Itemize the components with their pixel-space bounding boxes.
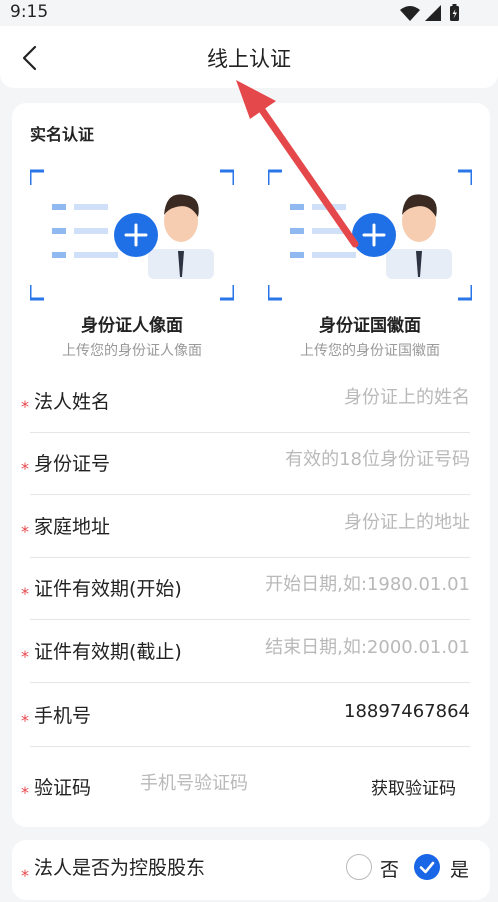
section-title: 实名认证 bbox=[30, 125, 95, 144]
upload-subtitle-portrait: 上传您的身份证人像面 bbox=[62, 343, 202, 359]
verification-code-input[interactable] bbox=[140, 773, 320, 794]
radio-group-controlling: 否 是 bbox=[346, 854, 472, 882]
field-label: 身份证号 bbox=[34, 453, 111, 475]
required-mark: * bbox=[21, 397, 29, 416]
required-mark: * bbox=[21, 711, 29, 730]
field-label: 手机号 bbox=[34, 705, 92, 727]
controlling-card: * 法人是否为控股股东 否 是 bbox=[12, 840, 490, 900]
check-icon bbox=[419, 861, 435, 874]
signal-icon bbox=[425, 5, 441, 21]
valid-start-input[interactable] bbox=[210, 574, 470, 595]
field-label: 验证码 bbox=[34, 777, 92, 799]
required-mark: * bbox=[21, 866, 29, 885]
upload-id-emblem[interactable] bbox=[268, 169, 472, 301]
radio-yes[interactable] bbox=[414, 854, 440, 880]
field-valid-end: * 证件有效期(截止) bbox=[21, 621, 470, 683]
battery-icon bbox=[450, 4, 459, 21]
status-icons bbox=[398, 2, 468, 24]
field-phone: * 手机号 bbox=[21, 685, 470, 747]
divider bbox=[30, 746, 470, 747]
upload-title-emblem: 身份证国徽面 bbox=[319, 316, 421, 336]
required-mark: * bbox=[21, 783, 29, 802]
field-label: 家庭地址 bbox=[34, 516, 111, 538]
divider bbox=[30, 682, 470, 683]
real-name-card: 实名认证 身份证人像面 上传您的身份证人像面 身份证国徽面 上传您的身份证国徽面… bbox=[12, 103, 490, 827]
page-title: 线上认证 bbox=[207, 47, 291, 71]
divider bbox=[30, 619, 470, 620]
divider bbox=[30, 494, 470, 495]
field-valid-start: * 证件有效期(开始) bbox=[21, 558, 470, 620]
radio-no[interactable] bbox=[346, 854, 372, 880]
home-address-input[interactable] bbox=[210, 512, 470, 533]
upload-subtitle-emblem: 上传您的身份证国徽面 bbox=[300, 343, 440, 359]
field-legal-name: * 法人姓名 bbox=[21, 371, 470, 433]
status-time: 9:15 bbox=[10, 2, 49, 22]
upload-id-portrait[interactable] bbox=[30, 169, 234, 301]
field-label: 法人是否为控股股东 bbox=[34, 857, 206, 879]
required-mark: * bbox=[21, 522, 29, 541]
field-home-address: * 家庭地址 bbox=[21, 496, 470, 558]
phone-input[interactable] bbox=[210, 701, 470, 722]
radio-no-label: 否 bbox=[380, 859, 400, 881]
required-mark: * bbox=[21, 584, 29, 603]
id-number-input[interactable] bbox=[210, 449, 470, 470]
id-card-illustration bbox=[268, 169, 472, 301]
wifi-icon bbox=[400, 6, 420, 21]
field-label: 证件有效期(开始) bbox=[34, 578, 182, 600]
status-bar: 9:15 bbox=[0, 0, 498, 26]
field-verification-code: * 验证码 获取验证码 bbox=[21, 757, 470, 819]
required-mark: * bbox=[21, 459, 29, 478]
field-label: 法人姓名 bbox=[34, 391, 111, 413]
field-label: 证件有效期(截止) bbox=[34, 641, 182, 663]
field-id-number: * 身份证号 bbox=[21, 433, 470, 495]
header: 线上认证 bbox=[0, 26, 498, 88]
required-mark: * bbox=[21, 647, 29, 666]
id-card-illustration bbox=[30, 169, 234, 301]
get-code-button[interactable]: 获取验证码 bbox=[371, 774, 456, 799]
valid-end-input[interactable] bbox=[210, 637, 470, 658]
legal-name-input[interactable] bbox=[210, 387, 470, 408]
radio-yes-label: 是 bbox=[450, 859, 470, 881]
upload-title-portrait: 身份证人像面 bbox=[81, 316, 183, 336]
